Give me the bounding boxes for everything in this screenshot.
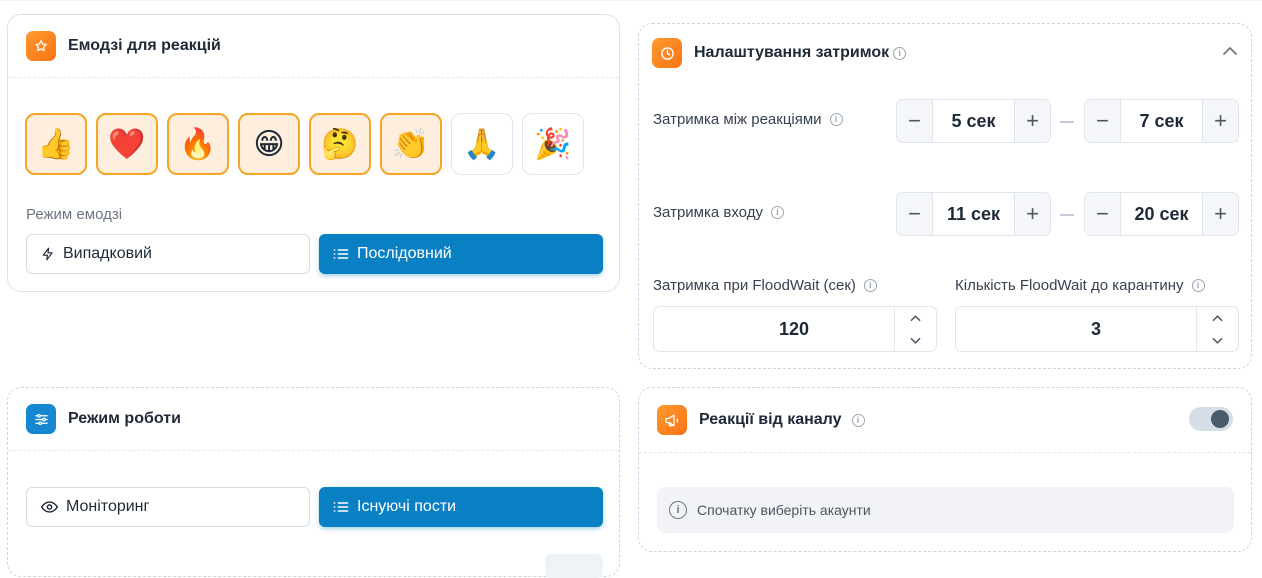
list-icon <box>333 500 349 514</box>
decrement-button[interactable]: − <box>1085 100 1121 142</box>
select-accounts-notice: i Спочатку виберіть акаунти <box>657 487 1234 533</box>
info-icon: i <box>770 206 784 219</box>
floodwait-count-input[interactable]: 3 <box>955 306 1239 352</box>
divider <box>639 452 1251 453</box>
emoji-heart-button[interactable]: ❤️ <box>96 113 158 175</box>
reaction-delay-min-value[interactable]: 5 сек <box>933 100 1014 142</box>
work-mode-card-title: Режим роботи <box>68 410 181 427</box>
reaction-delay-min-stepper: − 5 сек + <box>896 99 1051 143</box>
partial-control[interactable] <box>545 554 603 578</box>
work-mode-card-header: Режим роботи <box>8 388 619 450</box>
join-delay-min-stepper: − 11 сек + <box>896 192 1051 236</box>
divider <box>8 77 619 78</box>
monitoring-mode-label: Моніторинг <box>66 498 150 515</box>
increment-button[interactable]: + <box>1014 100 1050 142</box>
reaction-delay-label: Затримка між реакціями <box>653 111 822 128</box>
decrement-button[interactable]: − <box>1085 193 1121 235</box>
floodwait-delay-row-label: Затримка при FloodWait (сек) i <box>653 277 877 294</box>
divider <box>8 450 619 451</box>
random-mode-label: Випадковий <box>63 245 152 262</box>
range-dash <box>1060 121 1074 123</box>
range-dash <box>1060 214 1074 216</box>
decrement-button[interactable]: − <box>897 100 933 142</box>
list-icon <box>333 247 349 261</box>
channel-card-title: Реакції від каналу <box>699 411 842 428</box>
delay-settings-card: Налаштування затримок i Затримка між реа… <box>638 23 1252 369</box>
chevron-up-icon[interactable] <box>1197 307 1238 329</box>
emoji-fire-button[interactable]: 🔥 <box>167 113 229 175</box>
info-icon: i <box>851 413 865 427</box>
floodwait-count-label: Кількість FloodWait до карантину <box>955 277 1184 294</box>
emoji-card-title: Емодзі для реакцій <box>68 37 221 54</box>
emoji-clapping-button[interactable]: 👏 <box>380 113 442 175</box>
toggle-knob <box>1211 410 1229 428</box>
floodwait-delay-input[interactable]: 120 <box>653 306 937 352</box>
emoji-party-popper-button[interactable]: 🎉 <box>522 113 584 175</box>
join-delay-row-label: Затримка входу i <box>653 204 784 221</box>
existing-posts-mode-label: Існуючі пости <box>357 498 457 515</box>
emoji-folded-hands-button[interactable]: 🙏 <box>451 113 513 175</box>
emoji-thinking-button[interactable]: 🤔 <box>309 113 371 175</box>
join-delay-max-value[interactable]: 20 сек <box>1121 193 1202 235</box>
eye-icon <box>41 500 58 514</box>
lightning-icon <box>41 246 55 262</box>
emoji-grin-button[interactable]: 😁 <box>238 113 300 175</box>
info-icon: i <box>1191 279 1205 292</box>
info-icon: i <box>893 46 907 60</box>
random-mode-button[interactable]: Випадковий <box>26 234 310 274</box>
emoji-card-header: Емодзі для реакцій <box>8 15 619 77</box>
channel-card-header: Реакції від каналу i <box>639 388 1251 452</box>
spin-buttons <box>894 307 936 351</box>
chevron-up-icon[interactable] <box>895 307 936 329</box>
floodwait-count-value[interactable]: 3 <box>956 307 1196 351</box>
info-icon: i <box>829 113 843 126</box>
emoji-mode-label: Режим емодзі <box>26 206 123 223</box>
notice-text: Спочатку виберіть акаунти <box>697 502 871 518</box>
work-mode-card: Режим роботи Моніторинг Існуючі пости <box>7 387 620 578</box>
increment-button[interactable]: + <box>1202 100 1238 142</box>
sequential-mode-label: Послідовний <box>357 245 452 262</box>
reaction-delay-max-value[interactable]: 7 сек <box>1121 100 1202 142</box>
info-icon: i <box>863 279 877 292</box>
monitoring-mode-button[interactable]: Моніторинг <box>26 487 310 527</box>
floodwait-delay-value[interactable]: 120 <box>654 307 894 351</box>
emoji-thumbs-up-button[interactable]: 👍 <box>25 113 87 175</box>
megaphone-icon <box>657 405 687 435</box>
channel-reactions-card: Реакції від каналу i i Спочатку виберіть… <box>638 387 1252 552</box>
chevron-up-icon[interactable] <box>1223 46 1237 55</box>
join-delay-max-stepper: − 20 сек + <box>1084 192 1239 236</box>
chevron-down-icon[interactable] <box>895 329 936 351</box>
spin-buttons <box>1196 307 1238 351</box>
top-divider <box>0 0 1262 1</box>
emoji-card: Емодзі для реакцій 👍 ❤️ 🔥 😁 🤔 👏 🙏 🎉 Режи… <box>7 14 620 292</box>
increment-button[interactable]: + <box>1014 193 1050 235</box>
clock-icon <box>652 38 682 68</box>
floodwait-delay-label: Затримка при FloodWait (сек) <box>653 277 856 294</box>
info-circle-icon: i <box>669 501 687 519</box>
decrement-button[interactable]: − <box>897 193 933 235</box>
star-icon <box>26 31 56 61</box>
delay-card-header: Налаштування затримок i <box>639 24 1251 82</box>
sequential-mode-button[interactable]: Послідовний <box>319 234 603 274</box>
delay-card-title: Налаштування затримок <box>694 44 890 61</box>
reaction-delay-row-label: Затримка між реакціями i <box>653 111 843 128</box>
join-delay-label: Затримка входу <box>653 204 763 221</box>
existing-posts-mode-button[interactable]: Існуючі пости <box>319 487 603 527</box>
floodwait-count-row-label: Кількість FloodWait до карантину i <box>955 277 1205 294</box>
channel-reactions-toggle[interactable] <box>1189 407 1233 431</box>
sliders-icon <box>26 404 56 434</box>
reaction-delay-max-stepper: − 7 сек + <box>1084 99 1239 143</box>
join-delay-min-value[interactable]: 11 сек <box>933 193 1014 235</box>
increment-button[interactable]: + <box>1202 193 1238 235</box>
chevron-down-icon[interactable] <box>1197 329 1238 351</box>
